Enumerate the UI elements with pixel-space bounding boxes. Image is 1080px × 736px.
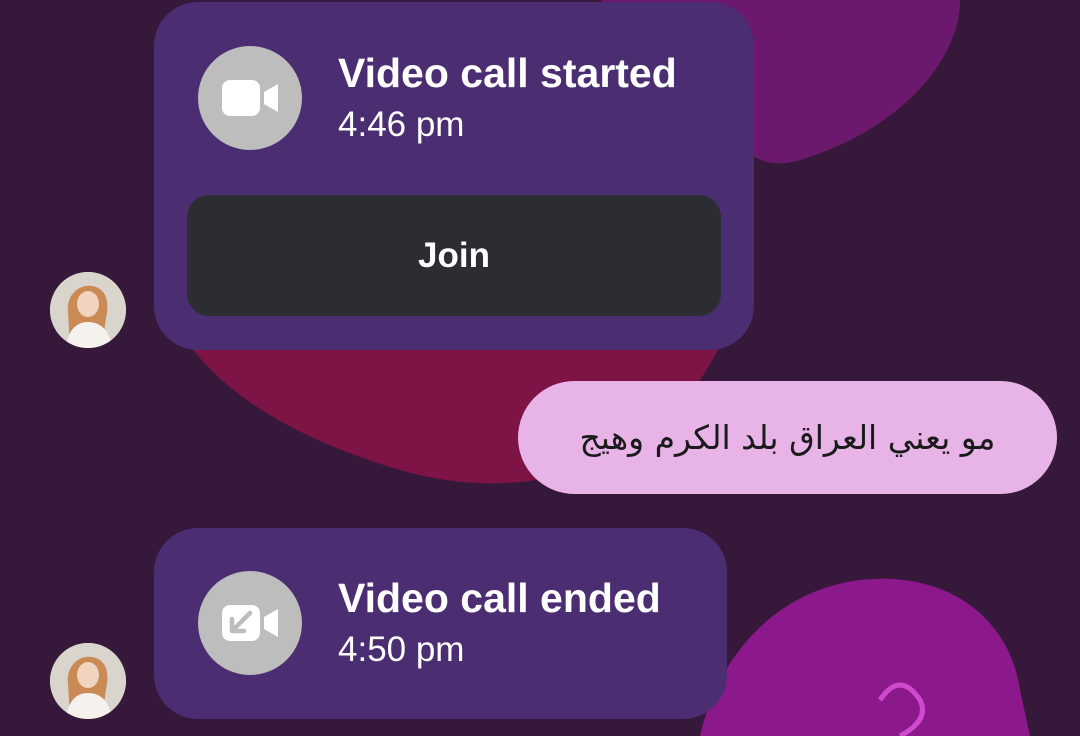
video-camera-icon: [198, 46, 302, 150]
join-button[interactable]: Join: [187, 195, 721, 316]
call-ended-text: Video call ended 4:50 pm: [338, 573, 661, 673]
outgoing-message-bubble[interactable]: مو يعني العراق بلد الكرم وهيج: [518, 381, 1057, 494]
call-ended-title: Video call ended: [338, 575, 661, 621]
call-ended-row: Video call ended 4:50 pm: [198, 571, 661, 675]
call-started-row: Video call started 4:46 pm: [198, 46, 677, 150]
outgoing-message-text: مو يعني العراق بلد الكرم وهيج: [579, 418, 996, 457]
avatar[interactable]: [50, 643, 126, 719]
video-call-ended-icon: [198, 571, 302, 675]
call-started-text: Video call started 4:46 pm: [338, 48, 677, 148]
call-started-time: 4:46 pm: [338, 105, 465, 144]
call-ended-time: 4:50 pm: [338, 630, 465, 669]
avatar[interactable]: [50, 272, 126, 348]
call-started-bubble: Video call started 4:46 pm Join: [154, 2, 754, 350]
wallpaper-heart-bottom: [700, 578, 1030, 736]
call-started-title: Video call started: [338, 50, 677, 96]
call-ended-bubble: Video call ended 4:50 pm: [154, 528, 727, 719]
